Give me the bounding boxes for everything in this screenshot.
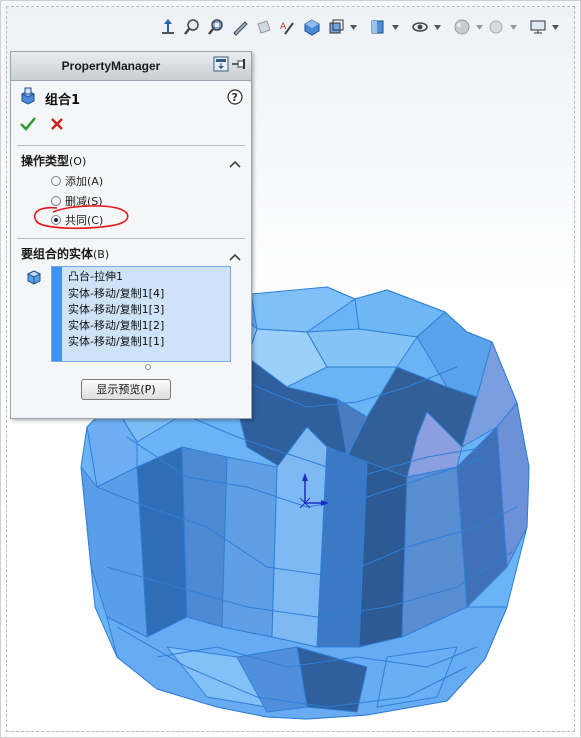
list-item[interactable]: 实体-移动/复制1[1]: [68, 333, 164, 349]
reference-axis-icon[interactable]: [157, 16, 179, 38]
list-item[interactable]: 凸台-拉伸1: [68, 268, 123, 284]
list-item[interactable]: 实体-移动/复制1[3]: [68, 301, 164, 317]
show-preview-button[interactable]: 显示预览(P): [81, 379, 171, 400]
operation-type-section-title[interactable]: 操作类型(O): [21, 152, 86, 169]
view-settings-icon[interactable]: [485, 16, 507, 38]
selection-bar: [52, 267, 62, 361]
pin-icon[interactable]: [231, 56, 247, 76]
property-manager-title: PropertyManager: [61, 59, 161, 73]
edit-appearance-icon[interactable]: [409, 16, 431, 38]
confirm-row: [19, 116, 65, 136]
svg-text:?: ?: [232, 91, 238, 104]
apply-scene-icon[interactable]: [451, 16, 473, 38]
bodies-listbox[interactable]: 凸台-拉伸1 实体-移动/复制1[4] 实体-移动/复制1[3] 实体-移动/复…: [51, 266, 231, 362]
radio-button[interactable]: [51, 176, 61, 186]
chevron-down-icon[interactable]: [433, 16, 441, 38]
feature-title-row: 组合1 ?: [19, 87, 245, 109]
collapse-panel-icon[interactable]: [213, 56, 229, 76]
ok-check-icon[interactable]: [19, 116, 37, 136]
zoom-to-area-icon[interactable]: [205, 16, 227, 38]
previous-view-icon[interactable]: [229, 16, 251, 38]
monitor-icon[interactable]: [527, 16, 549, 38]
bodies-section-title[interactable]: 要组合的实体(B): [21, 245, 109, 262]
heads-up-toolbar: A: [157, 13, 559, 41]
feature-name: 组合1: [45, 92, 81, 108]
dynamic-annotation-view-icon[interactable]: A: [277, 16, 299, 38]
red-circle-annotation: [33, 205, 129, 230]
solid-body-icon: [25, 268, 43, 290]
chevron-down-icon[interactable]: [509, 16, 517, 38]
property-manager-header: PropertyManager: [11, 52, 251, 81]
svg-text:A: A: [280, 22, 287, 32]
chevron-down-icon[interactable]: [475, 16, 483, 38]
list-item[interactable]: 实体-移动/复制1[4]: [68, 285, 164, 301]
panel-controls: [213, 56, 247, 76]
view-orientation-icon[interactable]: [301, 16, 323, 38]
cancel-x-icon[interactable]: [49, 116, 65, 136]
chevron-up-icon[interactable]: [229, 247, 241, 266]
chevron-down-icon[interactable]: [391, 16, 399, 38]
chevron-down-icon[interactable]: [349, 16, 357, 38]
list-item[interactable]: 实体-移动/复制1[2]: [68, 317, 164, 333]
zoom-to-fit-icon[interactable]: [181, 16, 203, 38]
divider: [17, 145, 245, 146]
help-icon[interactable]: ?: [227, 89, 243, 109]
radio-add[interactable]: 添加(A): [51, 172, 103, 190]
chevron-down-icon[interactable]: [551, 16, 559, 38]
radio-label: 添加(A): [65, 175, 104, 188]
chevron-up-icon[interactable]: [229, 154, 241, 173]
property-manager-panel: PropertyManager 组合1 ? 操作类型(O) 添加(A) 删减(S…: [10, 51, 252, 419]
combine-feature-icon: [19, 87, 37, 109]
display-style-icon[interactable]: [325, 16, 347, 38]
section-view-icon[interactable]: [253, 16, 275, 38]
divider: [17, 238, 245, 239]
hide-show-items-icon[interactable]: [367, 16, 389, 38]
resize-handle[interactable]: [145, 364, 151, 370]
